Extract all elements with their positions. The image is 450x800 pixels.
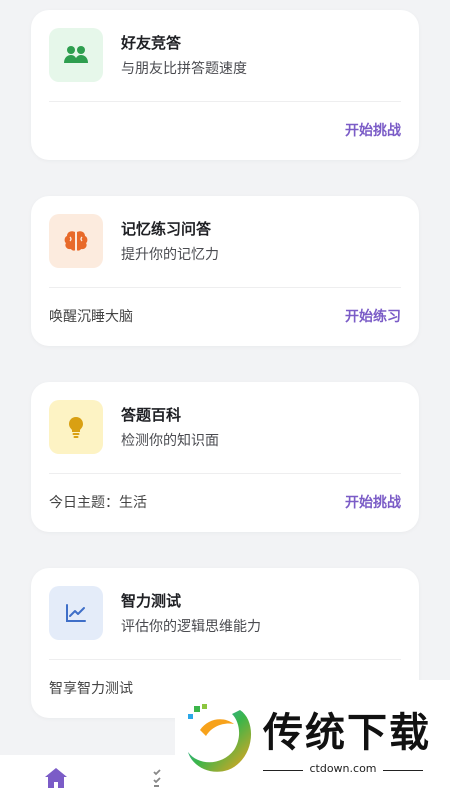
divider: [49, 659, 401, 660]
watermark-line: [383, 770, 423, 771]
memory-practice-card[interactable]: 记忆练习问答 提升你的记忆力 唤醒沉睡大脑 开始练习: [31, 196, 419, 346]
nav-home[interactable]: [43, 765, 69, 791]
nav-tasks[interactable]: [150, 765, 176, 791]
card-title: 智力测试: [121, 592, 182, 610]
start-challenge-button[interactable]: 开始挑战: [345, 492, 401, 512]
card-note: 今日主题：生活: [49, 495, 147, 511]
friend-quiz-icon-box: [49, 28, 103, 82]
divider: [49, 473, 401, 474]
card-subtitle: 评估你的逻辑思维能力: [121, 619, 261, 635]
start-practice-button[interactable]: 开始练习: [345, 306, 401, 326]
card-note: 智享智力测试: [49, 681, 133, 697]
card-title: 记忆练习问答: [121, 220, 212, 238]
watermark-logo: [188, 704, 252, 772]
card-title: 好友竞答: [121, 34, 182, 52]
watermark-text: 传统下载: [263, 710, 431, 756]
line-chart-icon: [66, 604, 86, 622]
card-note: 唤醒沉睡大脑: [49, 309, 133, 325]
card-title: 答题百科: [121, 406, 182, 424]
lightbulb-icon: [69, 417, 83, 438]
iq-test-icon-box: [49, 586, 103, 640]
divider: [49, 287, 401, 288]
start-challenge-button[interactable]: 开始挑战: [345, 120, 401, 140]
home-icon: [45, 768, 67, 788]
card-subtitle: 与朋友比拼答题速度: [121, 61, 247, 77]
card-subtitle: 提升你的记忆力: [121, 247, 219, 263]
people-group-icon: [64, 46, 88, 63]
divider: [49, 101, 401, 102]
friend-quiz-card[interactable]: 好友竞答 与朋友比拼答题速度 开始挑战: [31, 10, 419, 160]
checklist-icon: [153, 769, 161, 787]
memory-icon-box: [49, 214, 103, 268]
watermark-url: ctdown.com: [309, 762, 377, 775]
brain-icon: [64, 231, 88, 251]
watermark: 传统下载 ctdown.com: [175, 680, 450, 800]
card-subtitle: 检测你的知识面: [121, 433, 219, 449]
encyclopedia-icon-box: [49, 400, 103, 454]
quiz-encyclopedia-card[interactable]: 答题百科 检测你的知识面 今日主题：生活 开始挑战: [31, 382, 419, 532]
